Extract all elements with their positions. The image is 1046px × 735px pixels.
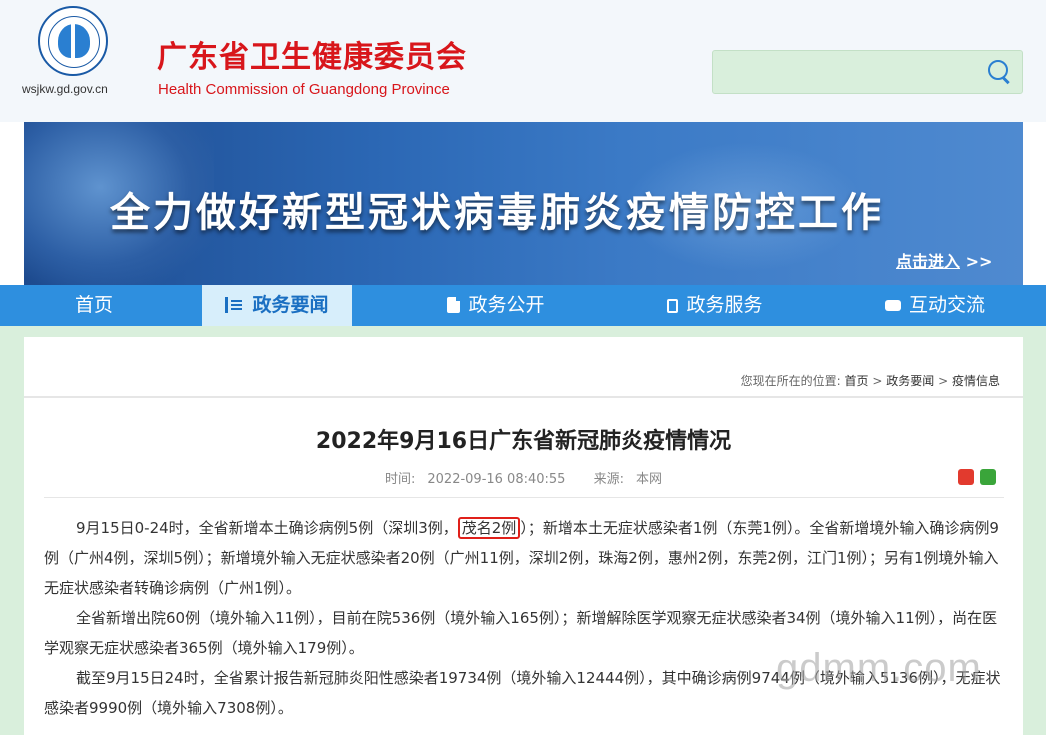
nav-item-home[interactable]: 首页 xyxy=(0,285,188,326)
divider xyxy=(44,497,1004,498)
time-label: 时间: xyxy=(384,472,416,487)
site-subtitle: Health Commission of Guangdong Province xyxy=(158,81,450,98)
nav-item-label: 互动交流 xyxy=(908,294,985,316)
banner-link-arrows: >> xyxy=(965,252,993,271)
search-input[interactable] xyxy=(719,57,988,89)
banner-title: 全力做好新型冠状病毒肺炎疫情防控工作 xyxy=(110,190,884,236)
list-icon xyxy=(225,297,244,313)
nav-item-label: 首页 xyxy=(74,294,113,316)
article-meta: 时间: 2022-09-16 08:40:55 来源: 本网 xyxy=(24,468,1023,487)
site-title[interactable]: 广东省卫生健康委员会 xyxy=(157,32,467,76)
banner[interactable]: 全力做好新型冠状病毒肺炎疫情防控工作 点击进入 >> xyxy=(24,122,1023,285)
document-icon xyxy=(447,296,462,313)
breadcrumb-prefix: 您现在所在的位置: xyxy=(740,374,841,388)
publish-time: 2022-09-16 08:40:55 xyxy=(427,472,566,487)
main-nav: 首页 政务要闻 政务公开 政务服务 互动交流 xyxy=(0,285,1046,326)
search-icon[interactable] xyxy=(986,59,1012,85)
breadcrumb-separator: > xyxy=(938,374,949,388)
article-body: 9月15日0-24时，全省新增本土确诊病例5例（深圳3例， 茂名2例 ）；新增本土无… xyxy=(44,513,1006,723)
divider xyxy=(24,396,1023,398)
breadcrumb-separator: > xyxy=(872,374,883,388)
banner-link-label[interactable]: 点击进入 xyxy=(896,252,960,271)
nav-item-interact[interactable]: 互动交流 xyxy=(860,285,1010,326)
source-value: 本网 xyxy=(635,472,662,487)
paragraph: 9月15日0-24时，全省新增本土确诊病例5例（深圳3例， 茂名2例 ）；新增本土无… xyxy=(44,517,999,597)
source-label: 来源: xyxy=(593,472,624,487)
breadcrumb: 您现在所在的位置: 首页 > 政务要闻 > 疫情信息 xyxy=(741,372,1000,389)
nav-item-label: 政务服务 xyxy=(686,294,763,316)
wechat-share-icon[interactable] xyxy=(980,469,996,485)
nav-item-open[interactable]: 政务公开 xyxy=(420,285,572,326)
breadcrumb-epidemic[interactable]: 疫情信息 xyxy=(952,374,1000,388)
watermark: gdmm.com xyxy=(776,646,982,690)
highlight-box: 茂名2例 xyxy=(457,517,521,539)
article-title: 2022年9月16日广东省新冠肺炎疫情情况 xyxy=(315,429,732,454)
nav-item-service[interactable]: 政务服务 xyxy=(640,285,790,326)
clipboard-icon xyxy=(667,299,679,313)
nav-item-news[interactable]: 政务要闻 xyxy=(202,285,352,326)
breadcrumb-home[interactable]: 首页 xyxy=(845,374,869,388)
site-url: wsjkw.gd.gov.cn xyxy=(22,82,108,96)
nav-item-label: 政务公开 xyxy=(468,294,545,316)
banner-enter-link[interactable]: 点击进入 >> xyxy=(896,248,992,272)
chat-icon xyxy=(884,300,901,311)
share-buttons xyxy=(958,468,998,486)
nav-item-label: 政务要闻 xyxy=(252,294,329,316)
site-header: wsjkw.gd.gov.cn 广东省卫生健康委员会 Health Commis… xyxy=(0,0,1046,122)
search-box xyxy=(712,50,1023,94)
weibo-share-icon[interactable] xyxy=(958,469,974,485)
emblem-icon xyxy=(38,6,108,76)
breadcrumb-news[interactable]: 政务要闻 xyxy=(886,374,934,388)
